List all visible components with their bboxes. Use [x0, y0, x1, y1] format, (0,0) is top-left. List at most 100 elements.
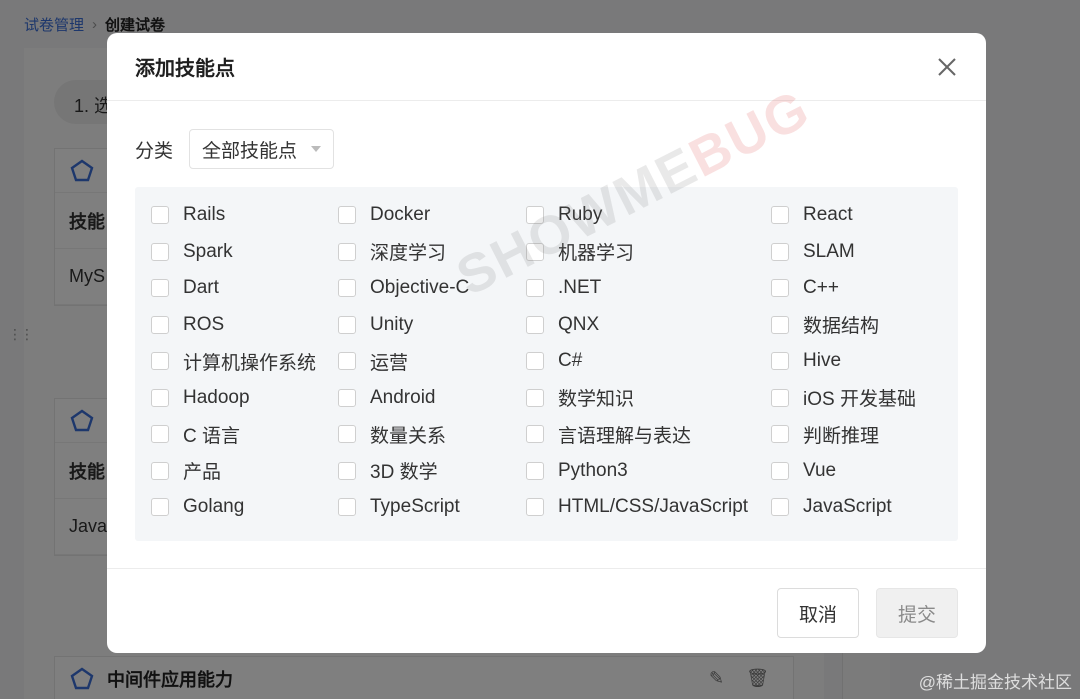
checkbox[interactable]	[771, 425, 789, 444]
checkbox[interactable]	[338, 352, 356, 371]
skill-checkbox-item[interactable]: Dart	[151, 270, 338, 307]
checkbox[interactable]	[151, 242, 169, 261]
checkbox[interactable]	[526, 352, 544, 371]
close-icon[interactable]	[936, 56, 958, 78]
skill-checkbox-item[interactable]: C++	[771, 270, 961, 307]
checkbox[interactable]	[526, 388, 544, 407]
skill-label: React	[803, 204, 853, 226]
skill-checkbox-item[interactable]: Spark	[151, 234, 338, 271]
skill-checkbox-item[interactable]: 数学知识	[526, 380, 771, 417]
skill-checkbox-item[interactable]: C#	[526, 343, 771, 380]
checkbox[interactable]	[526, 206, 544, 225]
skill-checkbox-item[interactable]: Unity	[338, 307, 526, 344]
skill-checkbox-item[interactable]: 言语理解与表达	[526, 416, 771, 453]
skill-checkbox-item[interactable]: 数量关系	[338, 416, 526, 453]
category-select-value: 全部技能点	[202, 140, 298, 162]
skill-checkbox-item[interactable]: 计算机操作系统	[151, 343, 338, 380]
checkbox[interactable]	[151, 352, 169, 371]
skill-checkbox-item[interactable]: React	[771, 197, 961, 234]
skill-grid: Rails Docker Ruby React Spark 深度学习 机器学习 SLAM Dar…	[135, 197, 958, 526]
checkbox[interactable]	[151, 425, 169, 444]
dialog-footer: 取消 提交	[107, 568, 986, 653]
checkbox[interactable]	[338, 242, 356, 261]
skill-checkbox-item[interactable]: Golang	[151, 489, 338, 526]
checkbox[interactable]	[771, 461, 789, 480]
skill-checkbox-item[interactable]: Hadoop	[151, 380, 338, 417]
checkbox[interactable]	[771, 279, 789, 298]
skill-checkbox-item[interactable]: 机器学习	[526, 234, 771, 271]
skill-checkbox-item[interactable]: 3D 数学	[338, 453, 526, 490]
checkbox[interactable]	[526, 315, 544, 334]
skill-checkbox-item[interactable]: JavaScript	[771, 489, 961, 526]
skill-label: Rails	[183, 204, 226, 226]
skill-checkbox-item[interactable]: Docker	[338, 197, 526, 234]
skill-checkbox-item[interactable]: 数据结构	[771, 307, 961, 344]
skill-label: Spark	[183, 240, 233, 262]
skill-checkbox-item[interactable]: C 语言	[151, 416, 338, 453]
checkbox[interactable]	[526, 461, 544, 480]
checkbox[interactable]	[151, 461, 169, 480]
checkbox[interactable]	[771, 352, 789, 371]
skill-checkbox-item[interactable]: .NET	[526, 270, 771, 307]
checkbox[interactable]	[526, 279, 544, 298]
skill-label: 产品	[183, 462, 222, 484]
checkbox[interactable]	[771, 206, 789, 225]
checkbox[interactable]	[151, 206, 169, 225]
skill-checkbox-item[interactable]: Objective-C	[338, 270, 526, 307]
skill-label: iOS 开发基础	[803, 389, 916, 411]
category-select[interactable]: 全部技能点	[189, 129, 335, 169]
skill-checkbox-item[interactable]: SLAM	[771, 234, 961, 271]
checkbox[interactable]	[151, 388, 169, 407]
checkbox[interactable]	[338, 315, 356, 334]
checkbox[interactable]	[338, 461, 356, 480]
skill-checkbox-item[interactable]: Python3	[526, 453, 771, 490]
skill-label: Python3	[558, 459, 628, 481]
skill-checkbox-item[interactable]: HTML/CSS/JavaScript	[526, 489, 771, 526]
category-filter: 分类 全部技能点	[135, 129, 335, 169]
dialog-title: 添加技能点	[135, 58, 235, 80]
skill-label: Hive	[803, 350, 842, 372]
skill-checkbox-item[interactable]: 深度学习	[338, 234, 526, 271]
checkbox[interactable]	[771, 388, 789, 407]
checkbox[interactable]	[338, 498, 356, 517]
skill-label: Dart	[183, 277, 219, 299]
skill-label: 判断推理	[803, 425, 880, 447]
skill-checkbox-item[interactable]: 运营	[338, 343, 526, 380]
skill-checkbox-item[interactable]: Rails	[151, 197, 338, 234]
checkbox[interactable]	[151, 279, 169, 298]
skill-checkbox-item[interactable]: ROS	[151, 307, 338, 344]
skill-label: 数量关系	[370, 425, 447, 447]
skill-label: Golang	[183, 496, 245, 518]
skill-checkbox-item[interactable]: Vue	[771, 453, 961, 490]
skill-label: Vue	[803, 459, 837, 481]
checkbox[interactable]	[151, 315, 169, 334]
skill-checkbox-item[interactable]: TypeScript	[338, 489, 526, 526]
skill-checkbox-item[interactable]: Ruby	[526, 197, 771, 234]
checkbox[interactable]	[771, 498, 789, 517]
checkbox[interactable]	[526, 425, 544, 444]
skill-label: JavaScript	[803, 496, 892, 518]
checkbox[interactable]	[526, 498, 544, 517]
skill-label: QNX	[558, 313, 600, 335]
skill-checkbox-item[interactable]: Hive	[771, 343, 961, 380]
skill-checkbox-item[interactable]: QNX	[526, 307, 771, 344]
skill-checkbox-item[interactable]: 判断推理	[771, 416, 961, 453]
skill-label: TypeScript	[370, 496, 460, 518]
checkbox[interactable]	[151, 498, 169, 517]
skill-label: C#	[558, 350, 583, 372]
skill-checkbox-item[interactable]: Android	[338, 380, 526, 417]
checkbox[interactable]	[526, 242, 544, 261]
checkbox[interactable]	[338, 425, 356, 444]
skill-checkbox-item[interactable]: 产品	[151, 453, 338, 490]
submit-button[interactable]: 提交	[876, 588, 958, 638]
checkbox[interactable]	[771, 242, 789, 261]
skill-checkbox-item[interactable]: iOS 开发基础	[771, 380, 961, 417]
checkbox[interactable]	[338, 206, 356, 225]
cancel-button[interactable]: 取消	[777, 588, 859, 638]
checkbox[interactable]	[338, 388, 356, 407]
caret-down-icon	[311, 146, 322, 152]
skill-label: Unity	[370, 313, 414, 335]
checkbox[interactable]	[771, 315, 789, 334]
checkbox[interactable]	[338, 279, 356, 298]
skill-label: 运营	[370, 352, 409, 374]
